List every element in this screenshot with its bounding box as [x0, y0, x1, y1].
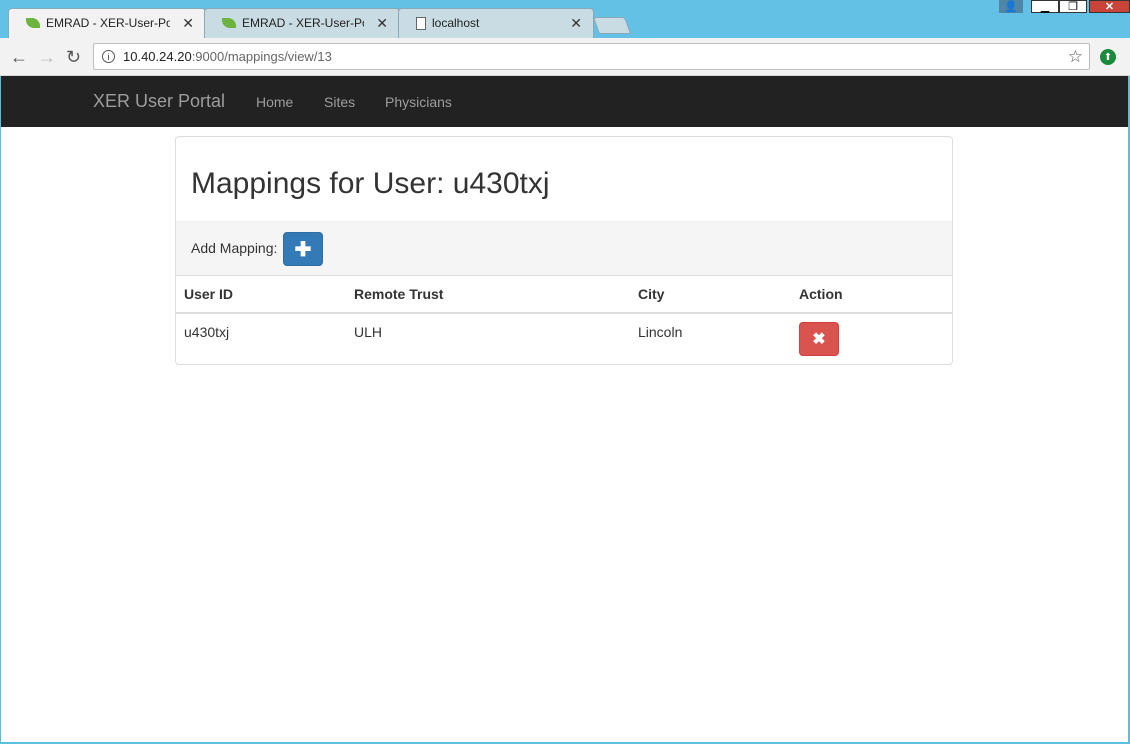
- maximize-window-button[interactable]: ❐: [1059, 0, 1087, 13]
- cell-action: ✖: [791, 313, 952, 365]
- close-tab-icon[interactable]: ✕: [570, 15, 582, 32]
- back-arrow-icon[interactable]: ←: [10, 47, 28, 68]
- mappings-panel: Mappings for User: u430txj Add Mapping: …: [175, 136, 953, 365]
- cell-remote-trust: ULH: [354, 324, 383, 340]
- reload-icon[interactable]: ↻: [66, 47, 81, 68]
- tab-title: EMRAD - XER-User-Porta: [242, 16, 364, 30]
- close-window-button[interactable]: ✕: [1089, 0, 1130, 13]
- cell-user-id: u430txj: [184, 324, 230, 340]
- mappings-table: User ID Remote Trust City Action u430txj…: [176, 276, 952, 365]
- navbar-brand[interactable]: XER User Portal: [93, 91, 225, 112]
- add-mapping-button[interactable]: ✚: [283, 232, 323, 266]
- remove-icon: ✖: [812, 331, 826, 348]
- table-header-row: User ID Remote Trust City Action: [176, 276, 952, 314]
- tab-title: EMRAD - XER-User-Porta: [46, 16, 171, 30]
- minimize-window-button[interactable]: ▁: [1031, 0, 1059, 13]
- forward-arrow-icon[interactable]: →: [38, 47, 56, 68]
- delete-mapping-button[interactable]: ✖: [799, 322, 839, 356]
- add-mapping-label: Add Mapping:: [191, 240, 278, 256]
- browser-tab-1[interactable]: EMRAD - XER-User-Porta ✕: [8, 8, 206, 38]
- column-header-remote-trust: Remote Trust: [346, 276, 630, 314]
- close-tab-icon[interactable]: ✕: [182, 15, 194, 32]
- document-icon: [416, 16, 426, 30]
- column-header-action: Action: [791, 276, 952, 314]
- add-mapping-bar: Add Mapping: ✚: [176, 221, 952, 276]
- extension-update-icon[interactable]: ⬆: [1100, 49, 1116, 65]
- nav-link-sites[interactable]: Sites: [324, 94, 355, 110]
- nav-link-physicians[interactable]: Physicians: [385, 94, 452, 110]
- column-header-user-id: User ID: [176, 276, 346, 314]
- cell-city: Lincoln: [638, 324, 683, 340]
- browser-toolbar: ← → ↻ i 10.40.24.20:9000/mappings/view/1…: [0, 38, 1130, 76]
- browser-tab-2[interactable]: EMRAD - XER-User-Porta ✕: [204, 8, 400, 38]
- table-row: u430txj ULH Lincoln ✖: [176, 313, 952, 365]
- user-profile-icon[interactable]: 👤: [999, 0, 1023, 13]
- info-icon[interactable]: i: [102, 50, 115, 63]
- browser-tab-3[interactable]: localhost ✕: [398, 8, 594, 38]
- plus-icon: ✚: [294, 238, 312, 261]
- url-path: :9000/mappings/view/13: [191, 49, 332, 64]
- tab-title: localhost: [432, 16, 480, 30]
- spring-leaf-icon: [26, 18, 40, 28]
- url-host: 10.40.24.20: [123, 49, 192, 64]
- address-bar[interactable]: i 10.40.24.20:9000/mappings/view/13 ☆: [93, 43, 1090, 70]
- new-tab-button[interactable]: [592, 17, 632, 34]
- close-tab-icon[interactable]: ✕: [376, 15, 388, 32]
- page-title: Mappings for User: u430txj: [191, 167, 550, 200]
- browser-title-bar: EMRAD - XER-User-Porta ✕ EMRAD - XER-Use…: [0, 0, 1130, 40]
- web-page: XER User Portal Home Sites Physicians Ma…: [1, 76, 1128, 742]
- spring-leaf-icon: [222, 18, 236, 28]
- nav-link-home[interactable]: Home: [256, 94, 293, 110]
- column-header-city: City: [630, 276, 791, 314]
- site-navbar: XER User Portal Home Sites Physicians: [1, 76, 1128, 127]
- bookmark-star-icon[interactable]: ☆: [1068, 47, 1083, 67]
